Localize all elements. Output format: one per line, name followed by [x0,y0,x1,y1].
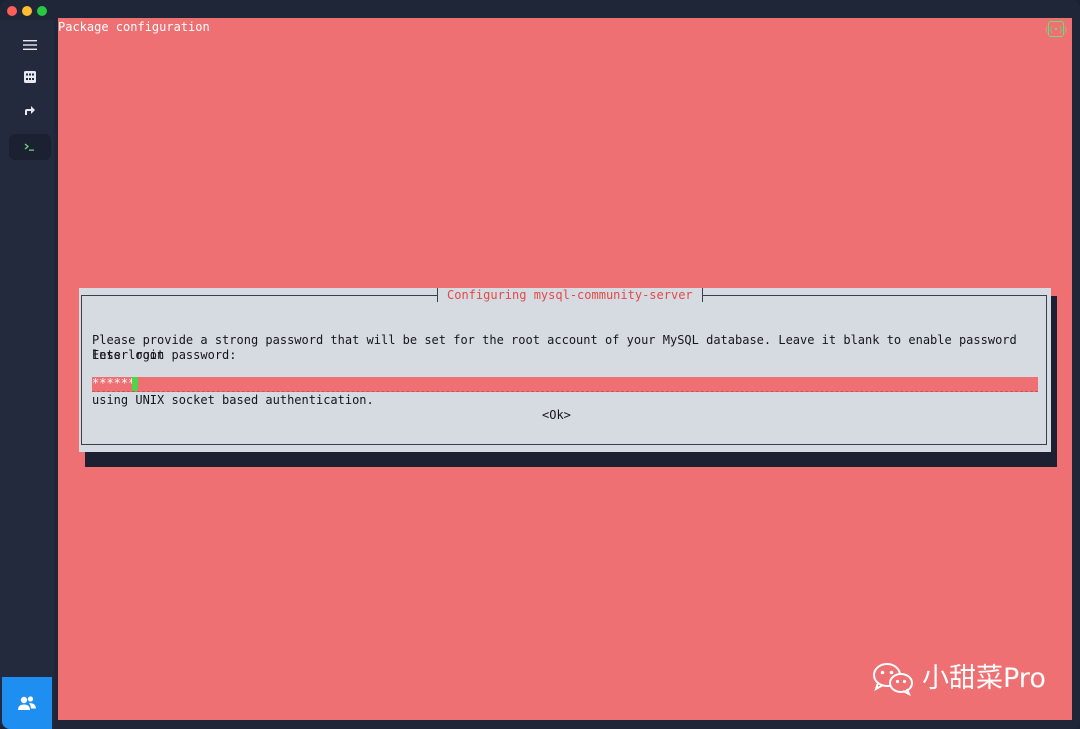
password-value: ****** [92,376,136,390]
app-window: Package configuration ((•)) Configuring … [0,0,1080,729]
sidebar-item-menu[interactable] [9,32,51,58]
ok-button[interactable]: <Ok> [542,408,571,423]
password-prompt-label: Enter root password: [92,348,237,362]
root-password-input[interactable]: ****** [92,376,1038,392]
minimize-window-button[interactable] [22,6,32,16]
sidebar-item-hosts[interactable] [9,64,51,90]
text-cursor [132,377,138,391]
watermark: 小甜菜Pro [872,662,1046,696]
sidebar-users-button[interactable] [2,677,52,729]
config-dialog: Configuring mysql-community-server Pleas… [79,288,1051,452]
watermark-text: 小甜菜Pro [922,663,1046,694]
terminal-icon [24,143,34,151]
forward-arrow-icon [25,106,35,115]
maximize-window-button[interactable] [37,6,47,16]
window-controls [7,6,47,16]
close-window-button[interactable] [7,6,17,16]
wechat-icon [873,663,913,696]
sidebar [0,20,54,729]
menu-icon [23,40,37,50]
sidebar-item-port-forwarding[interactable] [9,97,51,123]
broadcast-icon[interactable]: ((•)) [1044,21,1068,37]
dialog-message-line: using UNIX socket based authentication. [92,393,374,407]
terminal-title: Package configuration [58,20,210,34]
users-icon [18,696,36,710]
sidebar-item-terminal[interactable] [9,134,51,160]
dialog-title: Configuring mysql-community-server [437,288,703,302]
hosts-grid-icon [24,71,36,83]
